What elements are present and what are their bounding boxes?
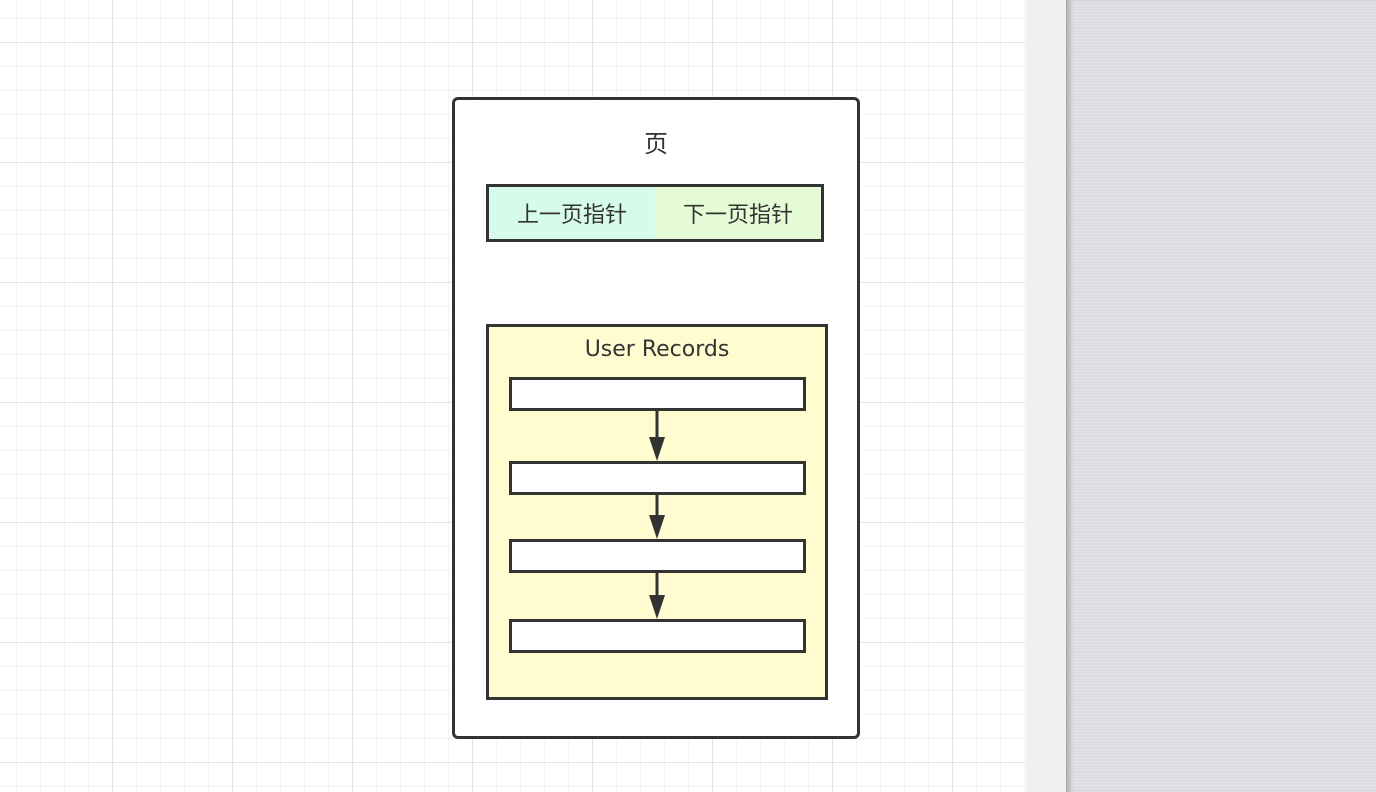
arrowhead-1 [649,437,665,461]
record-link-arrows [649,411,665,619]
prev-page-pointer[interactable]: 上一页指针 [486,184,658,242]
prev-page-pointer-label: 上一页指针 [516,203,627,228]
page-node[interactable]: 页 上一页指针 下一页指针 User Records [452,97,860,739]
arrowhead-2 [649,515,665,539]
user-records-container[interactable]: User Records [486,324,828,700]
arrowhead-3 [649,595,665,619]
canvas-gutter [1026,0,1066,792]
side-panel [1066,0,1376,792]
next-page-pointer-label: 下一页指针 [682,203,793,228]
page-title: 页 [644,130,668,158]
next-page-pointer[interactable]: 下一页指针 [655,184,824,242]
